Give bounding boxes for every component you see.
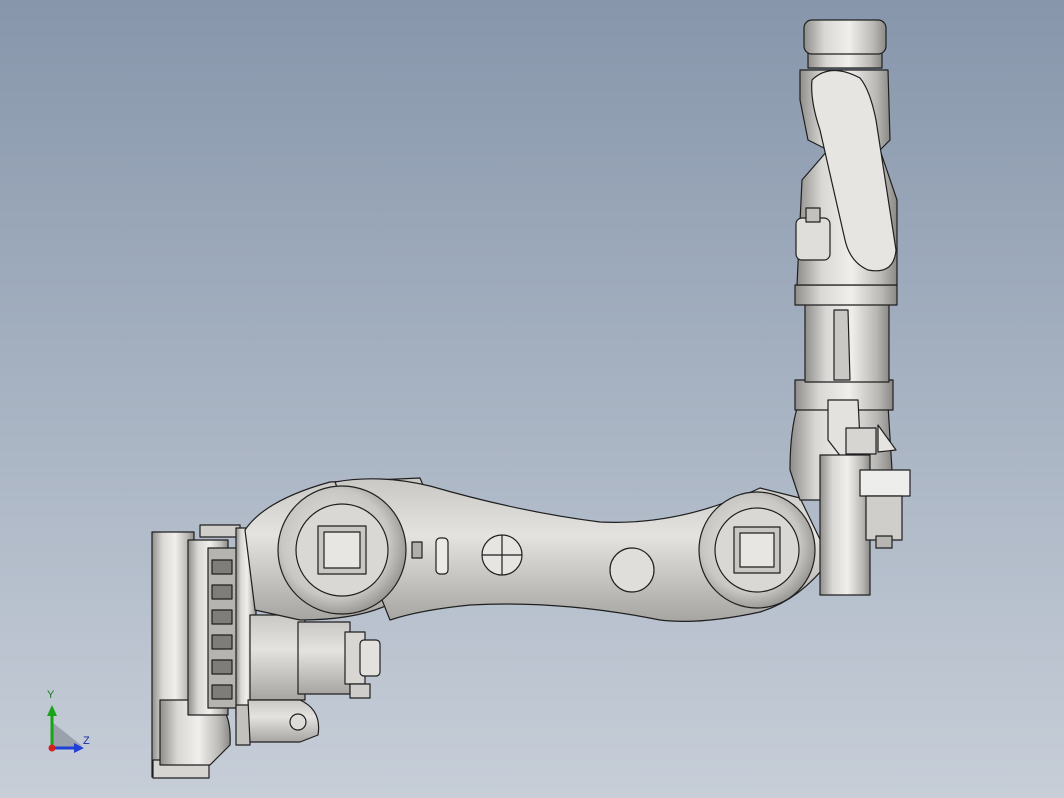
z-axis-label: Z [83, 735, 90, 747]
y-axis-label: Y [47, 689, 55, 701]
elbow-joint[interactable] [698, 491, 816, 609]
3d-viewport[interactable]: Y Z [0, 0, 1064, 798]
base-motor[interactable] [247, 614, 381, 743]
axis-triad-labels: Y Z [30, 690, 100, 760]
robot-arm-model[interactable] [0, 0, 1064, 798]
forearm[interactable] [789, 19, 898, 501]
robot-base[interactable] [151, 524, 257, 779]
